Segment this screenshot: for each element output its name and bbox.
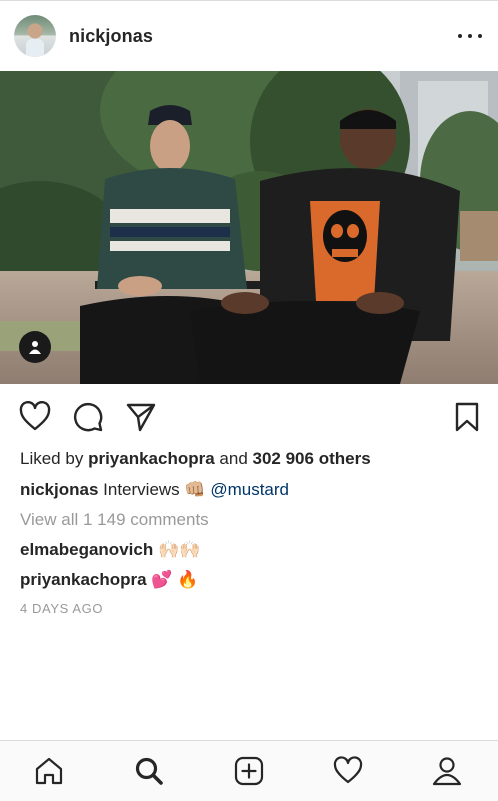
comment-author[interactable]: elmabeganovich [20, 540, 153, 559]
add-post-icon[interactable] [232, 754, 266, 788]
post-image[interactable] [0, 71, 498, 384]
comment-row: elmabeganovich 🙌🏻🙌🏻 [20, 540, 200, 560]
comment-row: priyankachopra 💕 🔥 [20, 570, 198, 590]
post-username[interactable]: nickjonas [69, 26, 153, 47]
comment-icon[interactable] [72, 401, 104, 433]
activity-heart-icon[interactable] [331, 754, 365, 788]
caption-text: Interviews [103, 480, 180, 499]
likes-others-count[interactable]: 302 906 others [253, 449, 371, 468]
likes-prefix: Liked by [20, 449, 84, 468]
comment-author[interactable]: priyankachopra [20, 570, 147, 589]
more-dots-icon[interactable] [458, 27, 482, 45]
caption-mention-link[interactable]: @mustard [210, 480, 289, 499]
bottom-nav [0, 740, 498, 801]
user-tag-icon[interactable] [19, 331, 51, 363]
bookmark-icon[interactable] [451, 401, 483, 433]
post-timestamp: 4 DAYS AGO [20, 601, 104, 616]
post-header: nickjonas [0, 1, 498, 71]
share-icon[interactable] [125, 401, 157, 433]
liker-username[interactable]: priyankachopra [88, 449, 215, 468]
caption-emoji: 👊🏼 [184, 480, 206, 499]
comment-text: 💕 🔥 [151, 570, 199, 589]
likes-conjunction: and [219, 449, 248, 468]
avatar[interactable] [14, 15, 56, 57]
action-bar [0, 384, 498, 448]
home-icon[interactable] [32, 754, 66, 788]
heart-icon[interactable] [19, 401, 51, 433]
comment-text: 🙌🏻🙌🏻 [157, 540, 201, 559]
caption: nickjonas Interviews 👊🏼 @mustard [20, 480, 289, 500]
search-icon[interactable] [132, 754, 166, 788]
caption-author[interactable]: nickjonas [20, 480, 98, 499]
profile-icon[interactable] [430, 754, 464, 788]
view-all-comments-link[interactable]: View all 1 149 comments [20, 510, 209, 530]
likes-summary[interactable]: Liked by priyankachopra and 302 906 othe… [20, 449, 371, 469]
